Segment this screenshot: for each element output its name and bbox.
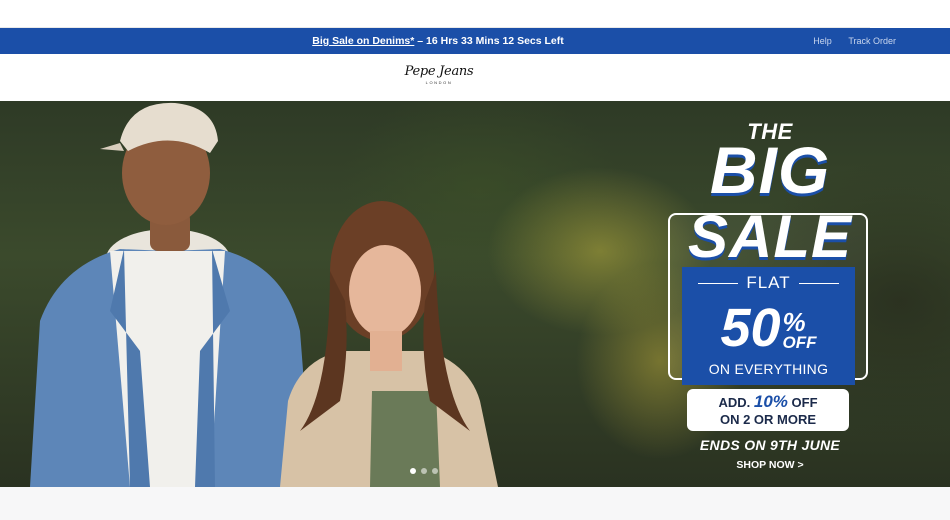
utility-links: Help Track Order bbox=[799, 28, 896, 54]
flat-row: FLAT bbox=[682, 273, 855, 293]
logo-subtext: LONDON bbox=[425, 80, 453, 85]
extra-offer-percent: 10% bbox=[753, 392, 788, 411]
sale-promo: THE BIG SALE FLAT 50 % OFF ON EVERYTHING bbox=[655, 119, 885, 479]
carousel-dots bbox=[410, 468, 438, 474]
announcement-bar: Big Sale on Denims* – 16 Hrs 33 Mins 12 … bbox=[0, 28, 950, 54]
brand-logo[interactable]: Pepe Jeans LONDON bbox=[404, 64, 474, 85]
extra-offer-condition: ON 2 OR MORE bbox=[719, 412, 817, 427]
page-below-fold bbox=[0, 487, 950, 520]
carousel-dot-3[interactable] bbox=[432, 468, 438, 474]
carousel-dot-2[interactable] bbox=[421, 468, 427, 474]
extra-offer-badge: ADD. 10% OFF ON 2 OR MORE bbox=[687, 389, 849, 431]
announcement-text: Big Sale on Denims* – 16 Hrs 33 Mins 12 … bbox=[0, 28, 876, 54]
site-header: Pepe Jeans LONDON bbox=[0, 54, 950, 101]
extra-offer-prefix: ADD. bbox=[718, 395, 751, 410]
discount-number: 50 bbox=[720, 298, 781, 358]
discount-value: 50 % OFF bbox=[682, 295, 855, 355]
models-photo bbox=[30, 102, 498, 487]
on-everything: ON EVERYTHING bbox=[708, 361, 829, 377]
extra-offer-line1: ADD. 10% OFF bbox=[687, 392, 849, 412]
track-order-link[interactable]: Track Order bbox=[848, 36, 896, 46]
big-sale-denims-link[interactable]: Big Sale on Denims* bbox=[312, 35, 414, 47]
logo-wordmark: Pepe Jeans bbox=[404, 64, 474, 79]
page: Big Sale on Denims* – 16 Hrs 33 Mins 12 … bbox=[0, 0, 950, 520]
sale-big: BIG bbox=[709, 133, 831, 207]
flat-label: FLAT bbox=[746, 273, 791, 292]
sale-end-date: ENDS ON 9TH JUNE bbox=[699, 437, 841, 453]
shop-now-link[interactable]: SHOP NOW > bbox=[655, 459, 885, 471]
discount-percent-sign: % bbox=[782, 307, 806, 337]
countdown-text: – 16 Hrs 33 Mins 12 Secs Left bbox=[414, 35, 564, 47]
sale-sale: SALE bbox=[687, 203, 853, 270]
discount-off: OFF bbox=[782, 333, 817, 352]
help-link[interactable]: Help bbox=[813, 36, 832, 46]
hero-banner[interactable]: THE BIG SALE FLAT 50 % OFF ON EVERYTHING bbox=[0, 101, 950, 487]
discount-panel: FLAT 50 % OFF ON EVERYTHING bbox=[682, 267, 855, 385]
extra-offer-suffix: OFF bbox=[791, 395, 818, 410]
carousel-dot-1[interactable] bbox=[410, 468, 416, 474]
top-strip bbox=[0, 0, 950, 28]
